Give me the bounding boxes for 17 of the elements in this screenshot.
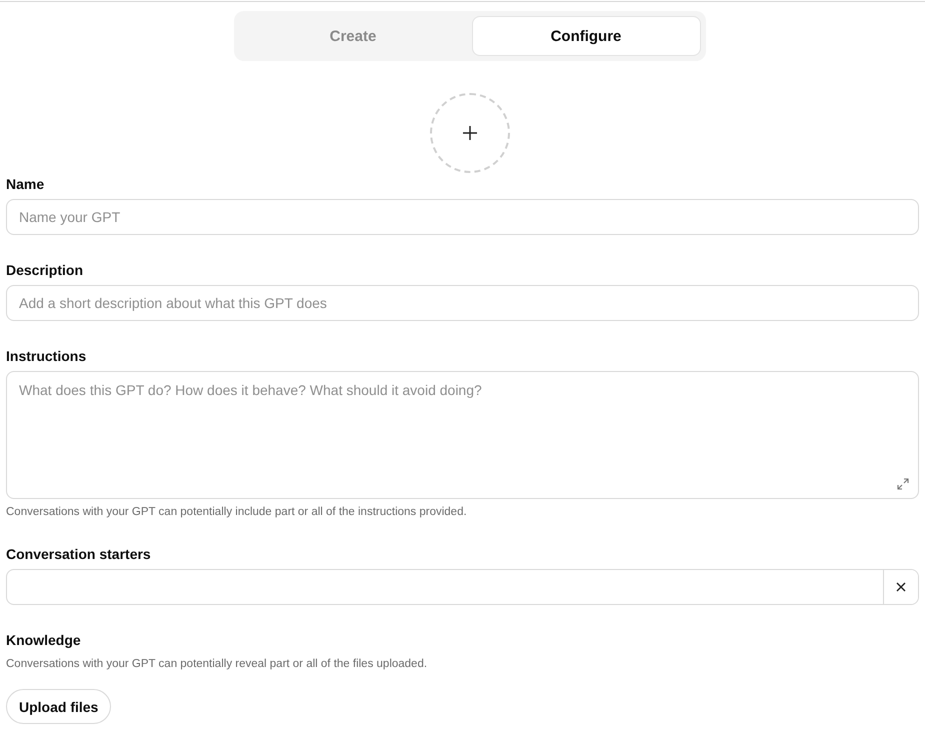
input-field[interactable]: Add a short description about what this GPT does [6, 285, 919, 321]
hint-text: Conversations with your GPT can potentially include part or all of the instructions provided. [6, 505, 468, 519]
field-label: Knowledge [6, 631, 82, 649]
remove-button[interactable] [883, 570, 918, 604]
plus-icon [462, 125, 478, 141]
field-label: Conversation starters [6, 545, 152, 563]
field-label: Description [6, 261, 84, 279]
hint-text: Conversations with your GPT can potentially reveal part or all of the files uploaded. [6, 657, 428, 671]
upload-files-button[interactable]: Upload files [6, 689, 112, 724]
expand-icon[interactable] [897, 478, 909, 490]
tab[interactable]: Configure [472, 16, 700, 56]
starter-field[interactable] [6, 569, 919, 605]
textarea-field[interactable]: What does this GPT do? How does it behave? What should it avoid doing? [6, 371, 919, 499]
close-icon [896, 582, 906, 592]
field-label: Instructions [6, 347, 88, 365]
input-field[interactable]: Name your GPT [6, 199, 919, 235]
field-label: Name [6, 175, 46, 193]
